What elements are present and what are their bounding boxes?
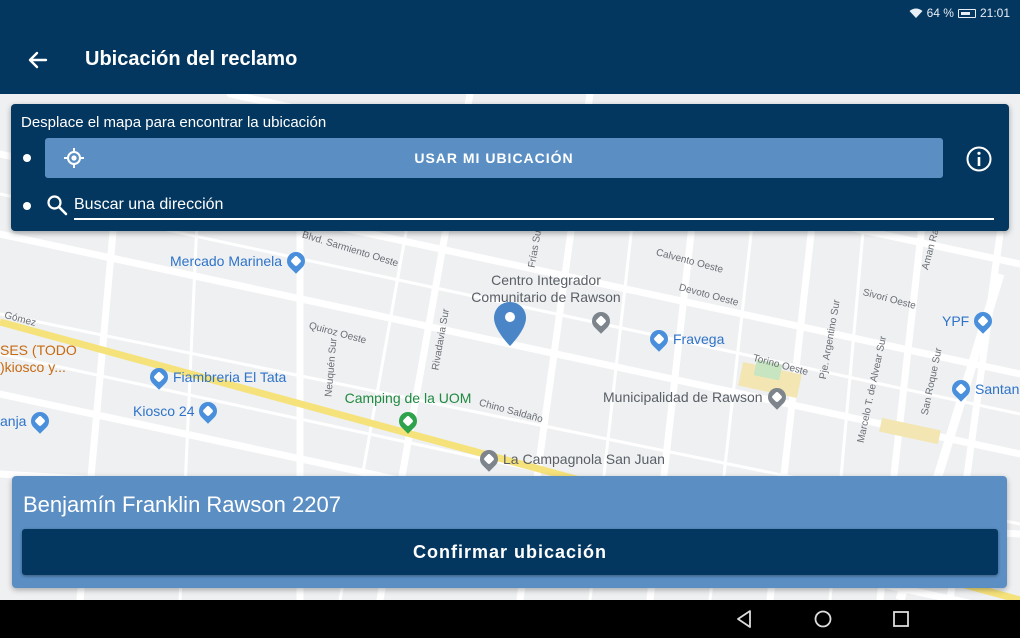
bank-pin-icon: [948, 376, 974, 402]
poi-ypf[interactable]: YPF: [942, 308, 996, 334]
status-indicators: 64 % 21:01: [909, 6, 1010, 20]
poi-municipalidad[interactable]: Municipalidad de Rawson: [603, 384, 790, 410]
clock: 21:01: [979, 6, 1010, 20]
panel-hint: Desplace el mapa para encontrar la ubica…: [21, 114, 327, 131]
info-icon[interactable]: [965, 145, 993, 173]
poi-centro-integrador[interactable]: Centro Integrador Comunitario de Rawson: [466, 272, 626, 306]
poi-mercado-marinela[interactable]: Mercado Marinela: [170, 248, 309, 274]
poi-la-campagnola[interactable]: La Campagnola San Juan: [476, 446, 665, 472]
store-pin-icon: [146, 364, 172, 390]
app-bar: Ubicación del reclamo: [0, 26, 1020, 94]
poi-pin: [588, 308, 614, 334]
store-pin-icon: [27, 408, 54, 434]
poi-kiosco-24[interactable]: Kiosco 24: [133, 398, 222, 424]
back-button[interactable]: [24, 46, 52, 74]
poi-anja[interactable]: anja: [0, 408, 54, 434]
bullet-icon: [23, 154, 31, 162]
civic-pin-icon: [476, 446, 502, 472]
wifi-icon: [909, 8, 923, 18]
nav-recents-icon[interactable]: [891, 609, 911, 629]
store-pin-icon: [283, 248, 309, 274]
poi-camping-uom[interactable]: Camping de la UOM: [343, 390, 473, 434]
search-icon: [47, 195, 68, 216]
screen: Blvd. Sarmiento Oeste Quiroz Oeste Chino…: [0, 0, 1020, 638]
bullet-icon: [23, 202, 31, 210]
selected-address: Benjamín Franklin Rawson 2207: [23, 492, 341, 517]
civic-pin-icon: [588, 308, 614, 334]
poi-fravega[interactable]: Fravega: [646, 326, 724, 352]
poi-kiosco[interactable]: SES (TODO )kiosco y...: [0, 342, 100, 376]
store-pin-icon: [646, 326, 672, 352]
my-location-icon: [64, 148, 84, 168]
poi-fiambreria[interactable]: Fiambreria El Tata: [146, 364, 286, 390]
battery-icon: [957, 8, 976, 18]
page-title: Ubicación del reclamo: [85, 48, 298, 70]
system-nav-bar: [0, 600, 1020, 638]
store-pin-icon: [195, 398, 222, 424]
use-my-location-button[interactable]: USAR MI UBICACIÓN: [45, 138, 943, 178]
back-arrow-icon: [28, 51, 48, 69]
address-card: Benjamín Franklin Rawson 2207 Confirmar …: [12, 476, 1007, 588]
confirm-location-button[interactable]: Confirmar ubicación: [22, 529, 998, 575]
gas-pin-icon: [970, 308, 996, 334]
battery-percent: 64 %: [926, 6, 954, 20]
poi-santan[interactable]: Santan: [948, 376, 1019, 402]
search-panel: Desplace el mapa para encontrar la ubica…: [11, 104, 1009, 231]
address-search-input[interactable]: [74, 192, 994, 220]
use-my-location-label: USAR MI UBICACIÓN: [414, 150, 574, 166]
civic-pin-icon: [763, 384, 790, 410]
location-marker-icon: [494, 302, 526, 346]
park-pin-icon: [395, 408, 421, 434]
nav-back-icon[interactable]: [735, 609, 755, 629]
nav-home-icon[interactable]: [813, 609, 833, 629]
status-bar: 64 % 21:01: [0, 0, 1020, 26]
